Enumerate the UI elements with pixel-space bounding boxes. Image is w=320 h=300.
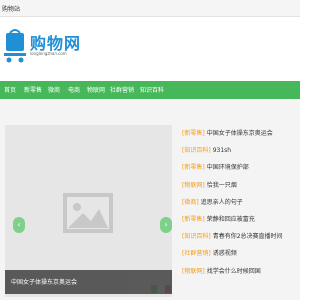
nav-item-knowledge[interactable]: 知识百科: [140, 85, 164, 94]
nav-item-wechat-business[interactable]: 微商: [48, 85, 60, 94]
list-item[interactable]: [物联网] 找学会什么时候回国: [182, 263, 298, 280]
slider-caption[interactable]: 中国女子体操东京奥运会: [5, 270, 172, 294]
news-category[interactable]: [物联网]: [182, 268, 205, 275]
list-item[interactable]: [微商] 追思亲人的句子: [182, 194, 298, 211]
news-title[interactable]: 中国女子体操东京奥运会: [207, 130, 273, 137]
nav-item-ecommerce[interactable]: 电商: [68, 85, 80, 94]
news-category[interactable]: [新零售]: [182, 216, 205, 223]
news-category[interactable]: [知识百科]: [182, 233, 211, 240]
nav-item-home[interactable]: 首页: [4, 85, 16, 94]
nav-item-community-marketing[interactable]: 社群营销: [110, 85, 134, 94]
main-nav: 首页 新零售 微商 电商 物联网 社群营销 知识百科: [0, 81, 300, 99]
list-item[interactable]: [新零售] 荣静和回应被富充: [182, 211, 298, 228]
news-title[interactable]: 追思亲人的句子: [201, 199, 243, 206]
site-label: 购物站: [2, 6, 21, 13]
slider-prev-button[interactable]: ‹: [13, 217, 25, 233]
site-logo[interactable]: 购物网 longlongzhan.com: [2, 27, 82, 72]
nav-item-new-retail[interactable]: 新零售: [24, 85, 42, 94]
header: 购物网 longlongzhan.com: [0, 17, 300, 81]
shopping-bag-icon: [4, 29, 26, 63]
list-item[interactable]: [新零售] 中国女子体操东京奥运会: [182, 125, 298, 142]
news-list: [新零售] 中国女子体操东京奥运会 [知识百科] 931sh [新零售] 中国环境保护…: [182, 125, 298, 295]
news-title[interactable]: 找学会什么时候回国: [207, 268, 261, 275]
slider-next-button[interactable]: ›: [160, 217, 172, 233]
nav-item-iot[interactable]: 物联网: [87, 85, 105, 94]
news-title[interactable]: 中国环境保护部: [207, 164, 249, 171]
news-title[interactable]: 931sh: [213, 147, 231, 154]
top-bar: 购物站: [0, 0, 300, 17]
news-category[interactable]: [微商]: [182, 199, 199, 206]
news-title[interactable]: 恰我一只烟: [207, 182, 237, 189]
news-category[interactable]: [社群营销]: [182, 250, 211, 257]
list-item[interactable]: [社群营销] 诱惑视频: [182, 245, 298, 262]
list-item[interactable]: [知识百科] 青春有你2总决赛直播时间: [182, 228, 298, 245]
logo-domain: longlongzhan.com: [30, 51, 67, 56]
news-title[interactable]: 荣静和回应被富充: [207, 216, 255, 223]
news-category[interactable]: [知识百科]: [182, 147, 211, 154]
list-item[interactable]: [物联网] 恰我一只烟: [182, 177, 298, 194]
news-category[interactable]: [物联网]: [182, 182, 205, 189]
news-title[interactable]: 诱惑视频: [213, 250, 237, 257]
slider-caption-text: 中国女子体操东京奥运会: [11, 279, 78, 286]
news-category[interactable]: [新零售]: [182, 130, 205, 137]
list-item[interactable]: [新零售] 中国环境保护部: [182, 159, 298, 176]
main-content: ‹ › 中国女子体操东京奥运会 [新零售] 中国女子体操东京奥运会 [知识百科] 9…: [0, 99, 300, 300]
news-category[interactable]: [新零售]: [182, 164, 205, 171]
news-title[interactable]: 青春有你2总决赛直播时间: [213, 233, 283, 240]
list-item[interactable]: [知识百科] 931sh: [182, 142, 298, 159]
